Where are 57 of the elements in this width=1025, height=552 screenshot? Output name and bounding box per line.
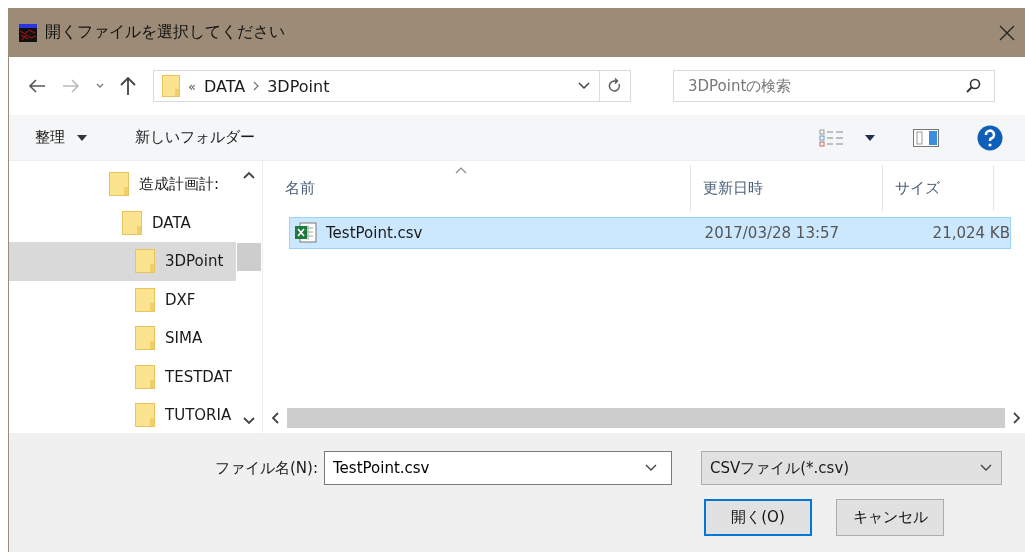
tree-item[interactable]: TUTORIA (9, 396, 236, 433)
dropdown-icon[interactable] (865, 134, 875, 141)
up-arrow-icon[interactable] (119, 76, 137, 96)
refresh-icon[interactable] (608, 78, 622, 94)
tree-item[interactable]: DXF (9, 280, 236, 319)
column-header[interactable]: サイズ (882, 165, 994, 211)
breadcrumb[interactable]: « (188, 78, 196, 94)
folder-icon (135, 403, 155, 428)
spreadsheet-file-icon (294, 222, 318, 244)
scroll-left-icon[interactable] (271, 412, 279, 424)
column-header[interactable]: 名前 (263, 165, 690, 211)
file-name-label: ファイル名(N): (215, 458, 318, 478)
file-name: TestPoint.csv (326, 224, 423, 242)
folder-icon (135, 249, 155, 274)
breadcrumb[interactable]: 3DPoint (267, 76, 330, 96)
open-button[interactable]: 開く(O) (704, 499, 812, 536)
address-bar[interactable]: « DATA 3DPoint (153, 70, 631, 102)
breadcrumb[interactable]: DATA (203, 76, 246, 96)
new-folder-button[interactable]: 新しいフォルダー (131, 124, 259, 151)
tree-item[interactable]: 造成計画計: (9, 165, 236, 204)
tree-item[interactable]: 3DPoint (9, 242, 236, 281)
sort-caret-icon (455, 167, 468, 174)
close-icon[interactable] (999, 24, 1015, 41)
folder-icon (135, 364, 155, 389)
folder-icon (135, 326, 155, 351)
folder-icon (109, 172, 129, 197)
modified-date: 2017/03/28 13:57 (703, 224, 841, 242)
scroll-thumb[interactable] (287, 408, 1005, 428)
chevron-down-icon[interactable] (644, 463, 658, 473)
help-icon[interactable] (977, 124, 1003, 151)
column-header[interactable]: 更新日時 (690, 165, 882, 211)
scroll-down-icon[interactable] (243, 417, 255, 425)
file-name-field[interactable]: TestPoint.csv (324, 451, 672, 485)
tree-item[interactable]: SIMA (9, 319, 236, 358)
window-title: 開くファイルを選択してください (45, 22, 285, 43)
scroll-up-icon[interactable] (243, 171, 255, 179)
file-size: 21,024 KB (931, 224, 1010, 242)
organize-button[interactable]: 整理 (31, 124, 69, 151)
folder-icon (122, 210, 142, 235)
file-type-dropdown[interactable]: CSVファイル(*.csv) (701, 451, 1002, 485)
scroll-thumb[interactable] (237, 243, 261, 271)
preview-pane-icon[interactable] (913, 128, 939, 147)
cancel-button[interactable]: キャンセル (836, 499, 944, 536)
chevron-down-icon (979, 463, 993, 473)
search-icon (965, 78, 981, 94)
chevron-right-icon (253, 81, 260, 91)
scroll-right-icon[interactable] (1013, 412, 1021, 424)
back-arrow-icon[interactable] (27, 78, 47, 94)
file-row[interactable]: TestPoint.csv 2017/03/28 13:57 21,024 KB (289, 217, 1011, 249)
folder-icon (162, 75, 180, 97)
search-field[interactable]: 3DPointの検索 (673, 70, 995, 102)
folder-icon (135, 287, 155, 312)
dropdown-icon[interactable] (77, 134, 87, 141)
tree-item[interactable]: DATA (9, 203, 236, 242)
tree-item[interactable]: TESTDAT (9, 357, 236, 396)
chevron-down-icon[interactable] (577, 81, 591, 91)
app-icon (19, 23, 37, 42)
